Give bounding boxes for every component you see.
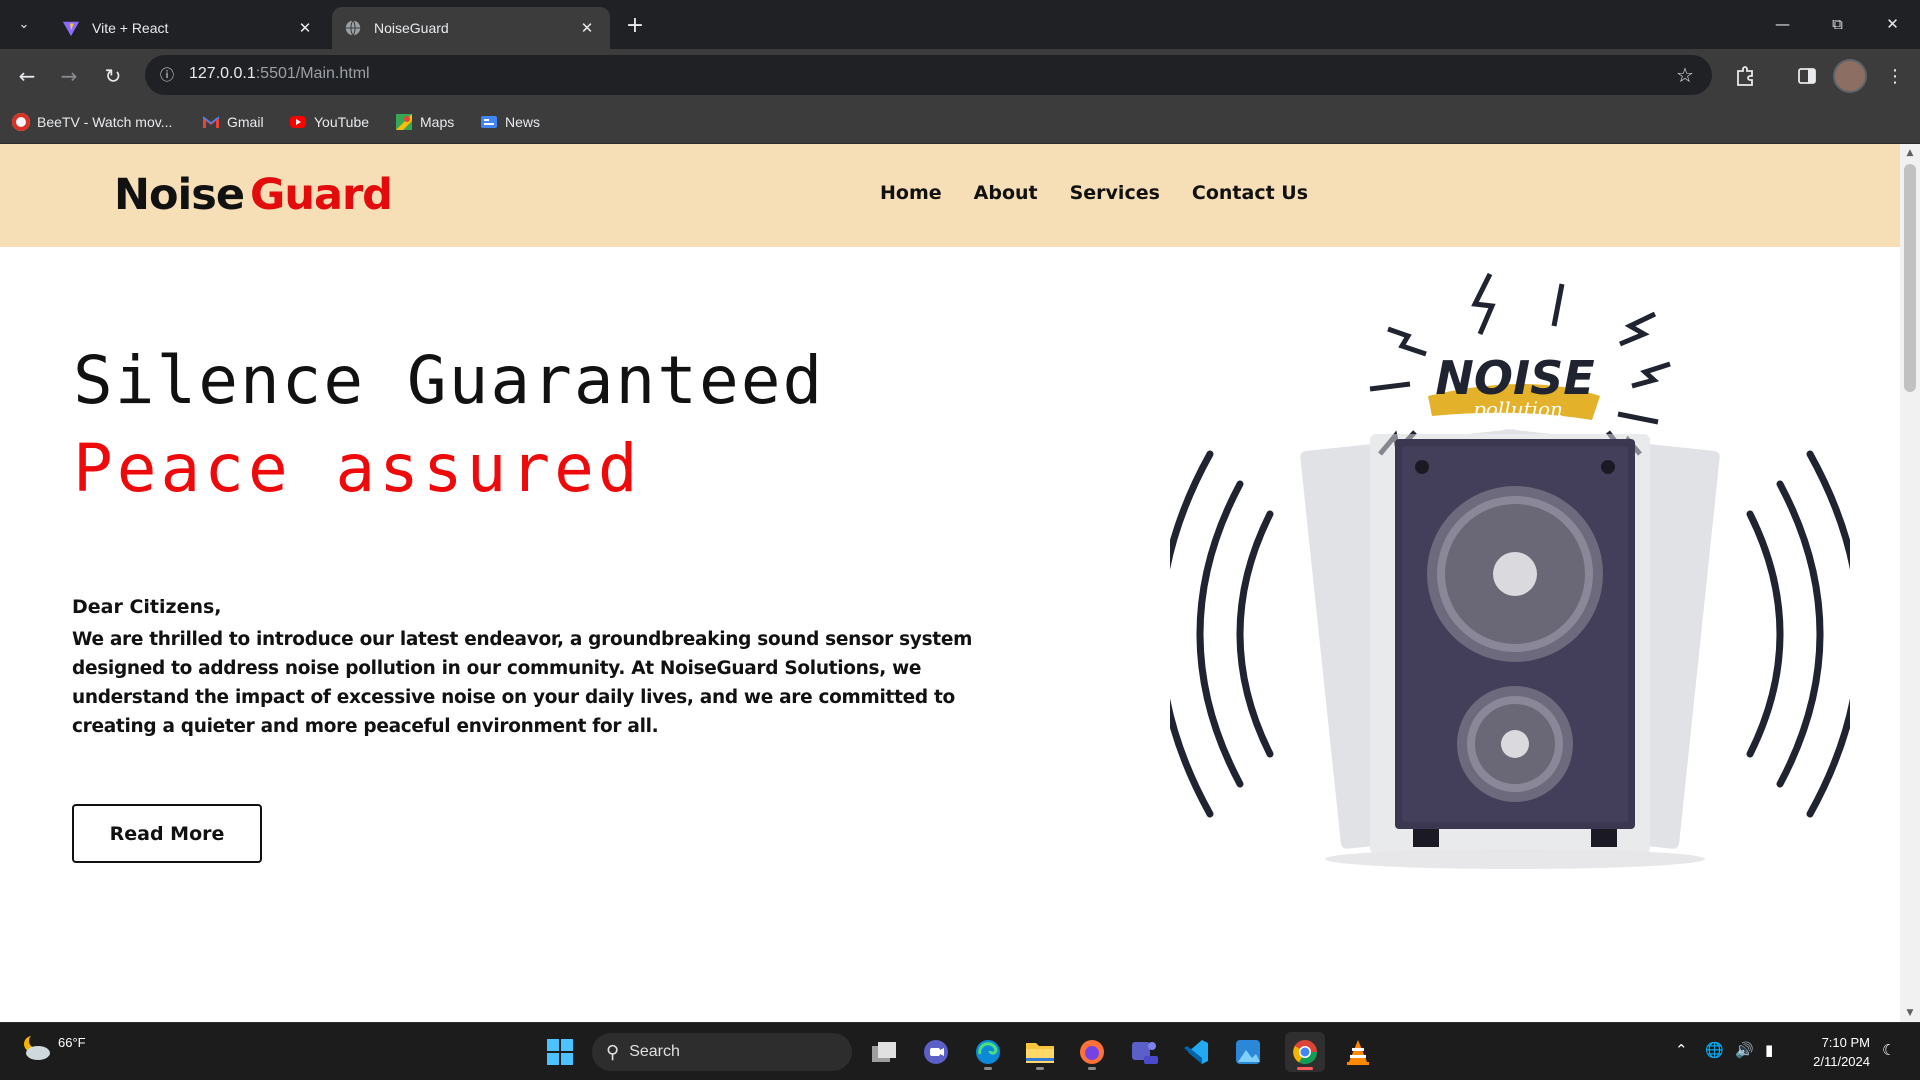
scroll-up-arrow-icon[interactable]: ▲ (1905, 148, 1915, 158)
windows-taskbar: 66°F ⚲ Search ⌃ 🌐 🔊 ▮ 7:10 PM 2/11/2024 … (0, 1022, 1920, 1080)
nav-contact-us[interactable]: Contact Us (1192, 182, 1308, 204)
partly-cloudy-night-icon (24, 1034, 50, 1060)
bookmark-label: YouTube (314, 114, 370, 130)
site-logo[interactable]: Noise Guard (114, 170, 393, 220)
bookmark-news[interactable]: News (480, 112, 540, 132)
scrollbar-thumb[interactable] (1904, 164, 1916, 392)
task-view-icon[interactable] (864, 1032, 904, 1072)
page-scrollbar[interactable]: ▲ ▼ (1900, 144, 1920, 1022)
logo-noise: Noise (114, 170, 245, 220)
taskbar-clock[interactable]: 7:10 PM 2/11/2024 (1800, 1033, 1870, 1071)
news-icon (481, 116, 497, 128)
running-indicator (984, 1067, 992, 1070)
close-window-icon[interactable]: ✕ (1865, 0, 1920, 48)
side-panel-icon[interactable] (1792, 61, 1822, 91)
bookmark-beetv[interactable]: BeeTV - Watch mov... (12, 112, 172, 132)
hero-title: Silence Guaranteed (73, 342, 825, 419)
more-menu-icon[interactable]: ⋮ (1880, 61, 1910, 91)
edge-icon[interactable] (968, 1032, 1008, 1072)
site-info-icon[interactable]: ⓘ (155, 63, 179, 87)
file-explorer-icon[interactable] (1020, 1032, 1060, 1072)
language-globe-icon[interactable]: 🌐 (1705, 1041, 1724, 1059)
teams-chat-icon[interactable] (916, 1032, 956, 1072)
youtube-icon (290, 116, 306, 128)
bookmarks-bar: BeeTV - Watch mov... Gmail YouTube Maps … (0, 101, 1920, 144)
address-bar[interactable]: ⓘ 127.0.0.1:5501/Main.html ☆ (145, 55, 1712, 95)
web-page: Noise Guard Home About Services Contact U… (0, 144, 1900, 1022)
logo-guard: Guard (250, 170, 393, 220)
vscode-icon[interactable] (1176, 1032, 1216, 1072)
read-more-button[interactable]: Read More (72, 804, 262, 863)
close-tab-icon[interactable]: ✕ (294, 17, 316, 39)
bookmark-label: Gmail (227, 114, 264, 130)
new-tab-plus-icon[interactable]: + (622, 12, 648, 38)
show-hidden-icons-chevron-icon[interactable]: ⌃ (1675, 1041, 1688, 1059)
tab-search-chevron-icon[interactable]: ⌄ (10, 10, 38, 38)
search-placeholder: Search (629, 1043, 680, 1060)
clock-time: 7:10 PM (1821, 1035, 1870, 1050)
gmail-icon (202, 116, 220, 128)
nav-services[interactable]: Services (1070, 182, 1160, 204)
browser-tab-strip: ⌄ Vite + React ✕ NoiseGuard ✕ + — ⧉ ✕ (0, 0, 1920, 49)
site-navbar: Noise Guard Home About Services Contact U… (0, 144, 1900, 247)
pollution-word: pollution (1473, 397, 1563, 421)
clock-date: 2/11/2024 (1813, 1054, 1870, 1069)
speaker-icon (1395, 439, 1635, 847)
bookmark-star-icon[interactable]: ☆ (1672, 62, 1698, 88)
bookmark-label: Maps (420, 114, 455, 130)
volume-icon[interactable]: 🔊 (1735, 1041, 1754, 1059)
vlc-icon[interactable] (1338, 1032, 1378, 1072)
chrome-icon[interactable] (1285, 1032, 1325, 1072)
bookmark-label: BeeTV - Watch mov... (37, 114, 173, 130)
maps-icon (396, 114, 412, 130)
tab-title: Vite + React (92, 20, 169, 36)
greeting: Dear Citizens, (72, 596, 222, 618)
search-icon: ⚲ (606, 1041, 620, 1062)
beetv-icon (12, 113, 30, 131)
minimize-icon[interactable]: — (1755, 0, 1810, 48)
url-host: 127.0.0.1 (189, 65, 256, 82)
restore-icon[interactable]: ⧉ (1810, 0, 1865, 48)
forward-arrow-icon[interactable]: → (54, 61, 84, 91)
bookmark-label: News (505, 114, 541, 130)
running-indicator (1036, 1067, 1044, 1070)
weather-temp: 66°F (58, 1035, 86, 1050)
firefox-icon[interactable] (1072, 1032, 1112, 1072)
start-windows-icon[interactable] (540, 1032, 580, 1072)
teams-new-icon[interactable] (1124, 1032, 1164, 1072)
bookmark-gmail[interactable]: Gmail (202, 112, 264, 132)
bookmark-youtube[interactable]: YouTube (289, 112, 369, 132)
taskbar-search[interactable]: ⚲ Search (592, 1033, 852, 1071)
hero-subtitle: Peace assured (73, 430, 642, 507)
nav-links: Home About Services Contact Us (880, 182, 1308, 204)
do-not-disturb-moon-icon[interactable]: ☾ (1882, 1041, 1895, 1059)
tab-vite-react[interactable]: Vite + React ✕ (50, 7, 328, 49)
noise-pollution-illustration: NOISE pollution (1170, 272, 1850, 869)
running-indicator (1088, 1067, 1096, 1070)
back-arrow-icon[interactable]: ← (12, 61, 42, 91)
browser-toolbar: ← → ↻ ⓘ 127.0.0.1:5501/Main.html ☆ ⋮ (0, 49, 1920, 101)
battery-icon[interactable]: ▮ (1765, 1041, 1773, 1059)
scroll-down-arrow-icon[interactable]: ▼ (1905, 1008, 1915, 1018)
bookmark-maps[interactable]: Maps (395, 112, 454, 132)
photos-icon[interactable] (1228, 1032, 1268, 1072)
extensions-puzzle-icon[interactable] (1730, 61, 1760, 91)
tab-noiseguard[interactable]: NoiseGuard ✕ (332, 7, 610, 49)
reload-icon[interactable]: ↻ (98, 61, 128, 91)
close-tab-icon[interactable]: ✕ (576, 17, 598, 39)
nav-home[interactable]: Home (880, 182, 942, 204)
globe-icon (345, 20, 361, 36)
speaker-shadow (1325, 849, 1705, 869)
running-indicator (1297, 1067, 1313, 1070)
nav-about[interactable]: About (974, 182, 1038, 204)
profile-avatar[interactable] (1833, 59, 1867, 93)
url-text[interactable]: 127.0.0.1:5501/Main.html (189, 65, 370, 83)
vite-icon (62, 21, 80, 37)
intro-paragraph: We are thrilled to introduce our latest … (72, 629, 973, 737)
weather-widget[interactable]: 66°F (20, 1033, 86, 1063)
tab-title: NoiseGuard (374, 20, 449, 36)
url-path: :5501/Main.html (255, 65, 370, 82)
